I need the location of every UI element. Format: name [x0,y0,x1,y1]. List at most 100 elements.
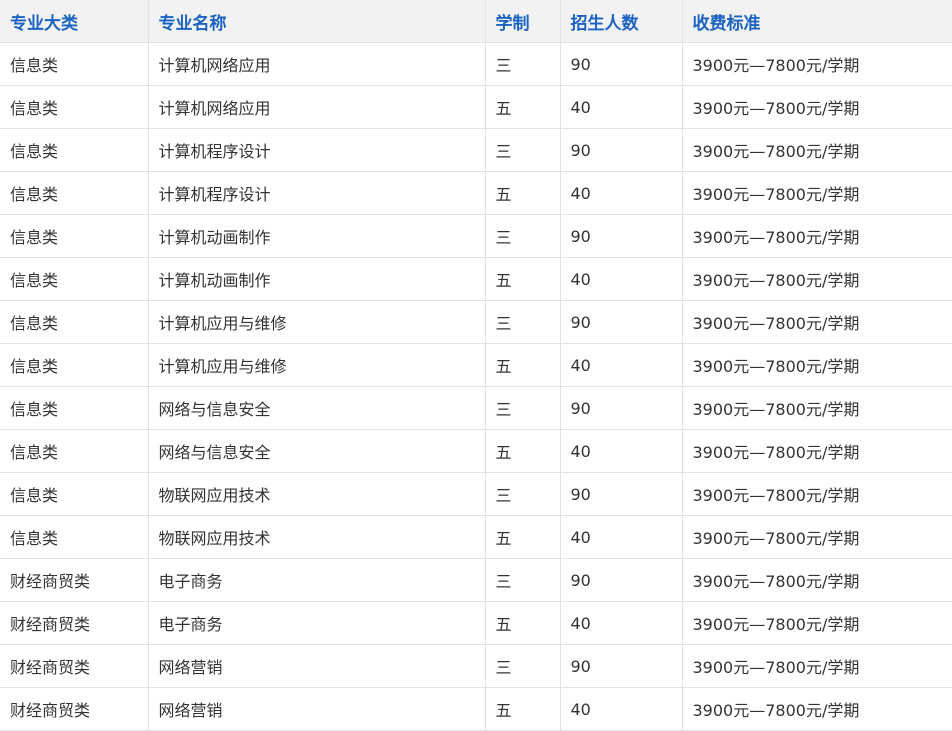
cell-fee: 3900元—7800元/学期 [682,558,952,602]
cell-fee: 3900元—7800元/学期 [682,128,952,172]
header-major-category: 专业大类 [0,0,149,43]
cell-major-name: 物联网应用技术 [148,515,486,559]
cell-major-name: 计算机动画制作 [148,214,486,258]
cell-enrollment: 90 [560,472,683,516]
cell-enrollment: 40 [560,257,683,301]
table-row: 财经商贸类 网络营销三 90 3900元—7800元/学期 [0,644,952,688]
cell-duration: 五 [485,257,561,301]
header-row: 专业大类 专业名称 学制 招生人数 收费标准 [0,0,952,43]
cell-duration: 三 [485,558,561,602]
table-row: 财经商贸类 电子商务三 90 3900元—7800元/学期 [0,558,952,602]
cell-enrollment: 90 [560,386,683,430]
cell-duration: 三 [485,128,561,172]
cell-enrollment: 90 [560,128,683,172]
cell-major-name: 计算机网络应用 [148,85,486,129]
cell-fee: 3900元—7800元/学期 [682,42,952,86]
cell-fee: 3900元—7800元/学期 [682,644,952,688]
cell-major-category: 财经商贸类 [0,644,149,688]
cell-duration: 五 [485,601,561,645]
table-row: 信息类 计算机应用与维修五 40 3900元—7800元/学期 [0,343,952,387]
cell-major-category: 财经商贸类 [0,687,149,731]
table-row: 财经商贸类 电子商务五 40 3900元—7800元/学期 [0,601,952,645]
cell-fee: 3900元—7800元/学期 [682,171,952,215]
cell-major-category: 财经商贸类 [0,601,149,645]
cell-fee: 3900元—7800元/学期 [682,386,952,430]
cell-major-category: 信息类 [0,42,149,86]
cell-enrollment: 90 [560,214,683,258]
cell-major-name: 网络与信息安全 [148,429,486,473]
header-major-name: 专业名称 [148,0,486,43]
cell-fee: 3900元—7800元/学期 [682,214,952,258]
cell-fee: 3900元—7800元/学期 [682,515,952,559]
cell-enrollment: 90 [560,644,683,688]
cell-duration: 三 [485,386,561,430]
cell-enrollment: 40 [560,343,683,387]
table-header: 专业大类 专业名称 学制 招生人数 收费标准 [0,0,952,43]
cell-fee: 3900元—7800元/学期 [682,85,952,129]
header-enrollment: 招生人数 [560,0,683,43]
table-row: 信息类 计算机动画制作五 40 3900元—7800元/学期 [0,257,952,301]
cell-duration: 三 [485,644,561,688]
table-row: 信息类 网络与信息安全五 40 3900元—7800元/学期 [0,429,952,473]
cell-fee: 3900元—7800元/学期 [682,687,952,731]
cell-fee: 3900元—7800元/学期 [682,429,952,473]
cell-major-name: 网络与信息安全 [148,386,486,430]
table-body: 信息类 计算机网络应用三 90 3900元—7800元/学期 信息类 计算机网络应用五 40… [0,42,952,731]
table-row: 信息类 物联网应用技术五 40 3900元—7800元/学期 [0,515,952,559]
cell-enrollment: 90 [560,42,683,86]
table-row: 信息类 计算机应用与维修三 90 3900元—7800元/学期 [0,300,952,344]
cell-major-name: 电子商务 [148,601,486,645]
cell-duration: 五 [485,687,561,731]
table-row: 信息类 计算机网络应用五 40 3900元—7800元/学期 [0,85,952,129]
cell-enrollment: 90 [560,300,683,344]
cell-enrollment: 40 [560,515,683,559]
cell-enrollment: 40 [560,429,683,473]
table-row: 信息类 计算机程序设计三 90 3900元—7800元/学期 [0,128,952,172]
table-row: 信息类 网络与信息安全三 90 3900元—7800元/学期 [0,386,952,430]
cell-major-category: 信息类 [0,300,149,344]
cell-fee: 3900元—7800元/学期 [682,257,952,301]
cell-fee: 3900元—7800元/学期 [682,601,952,645]
cell-major-name: 电子商务 [148,558,486,602]
cell-major-category: 财经商贸类 [0,558,149,602]
cell-major-category: 信息类 [0,343,149,387]
table-row: 信息类 计算机程序设计五 40 3900元—7800元/学期 [0,171,952,215]
cell-major-category: 信息类 [0,429,149,473]
cell-duration: 五 [485,85,561,129]
cell-major-name: 计算机程序设计 [148,171,486,215]
cell-enrollment: 40 [560,85,683,129]
cell-major-name: 计算机应用与维修 [148,343,486,387]
cell-major-name: 计算机动画制作 [148,257,486,301]
cell-enrollment: 90 [560,558,683,602]
cell-major-category: 信息类 [0,257,149,301]
cell-enrollment: 40 [560,687,683,731]
cell-major-name: 计算机程序设计 [148,128,486,172]
cell-duration: 三 [485,472,561,516]
cell-major-category: 信息类 [0,386,149,430]
header-fee: 收费标准 [682,0,952,43]
cell-duration: 三 [485,300,561,344]
cell-duration: 五 [485,343,561,387]
cell-major-category: 信息类 [0,515,149,559]
cell-duration: 五 [485,429,561,473]
cell-fee: 3900元—7800元/学期 [682,343,952,387]
cell-duration: 五 [485,515,561,559]
enrollment-table: 专业大类 专业名称 学制 招生人数 收费标准 信息类 计算机网络应用三 90 3900… [0,0,952,731]
table-row: 财经商贸类 网络营销五 40 3900元—7800元/学期 [0,687,952,731]
table-row: 信息类 物联网应用技术三 90 3900元—7800元/学期 [0,472,952,516]
cell-major-name: 物联网应用技术 [148,472,486,516]
cell-major-name: 计算机应用与维修 [148,300,486,344]
table-row: 信息类 计算机动画制作三 90 3900元—7800元/学期 [0,214,952,258]
cell-major-category: 信息类 [0,171,149,215]
cell-major-name: 网络营销 [148,644,486,688]
table-row: 信息类 计算机网络应用三 90 3900元—7800元/学期 [0,42,952,86]
cell-duration: 三 [485,42,561,86]
cell-major-name: 网络营销 [148,687,486,731]
cell-fee: 3900元—7800元/学期 [682,300,952,344]
cell-enrollment: 40 [560,171,683,215]
cell-major-name: 计算机网络应用 [148,42,486,86]
cell-duration: 三 [485,214,561,258]
cell-major-category: 信息类 [0,85,149,129]
cell-major-category: 信息类 [0,214,149,258]
cell-major-category: 信息类 [0,128,149,172]
